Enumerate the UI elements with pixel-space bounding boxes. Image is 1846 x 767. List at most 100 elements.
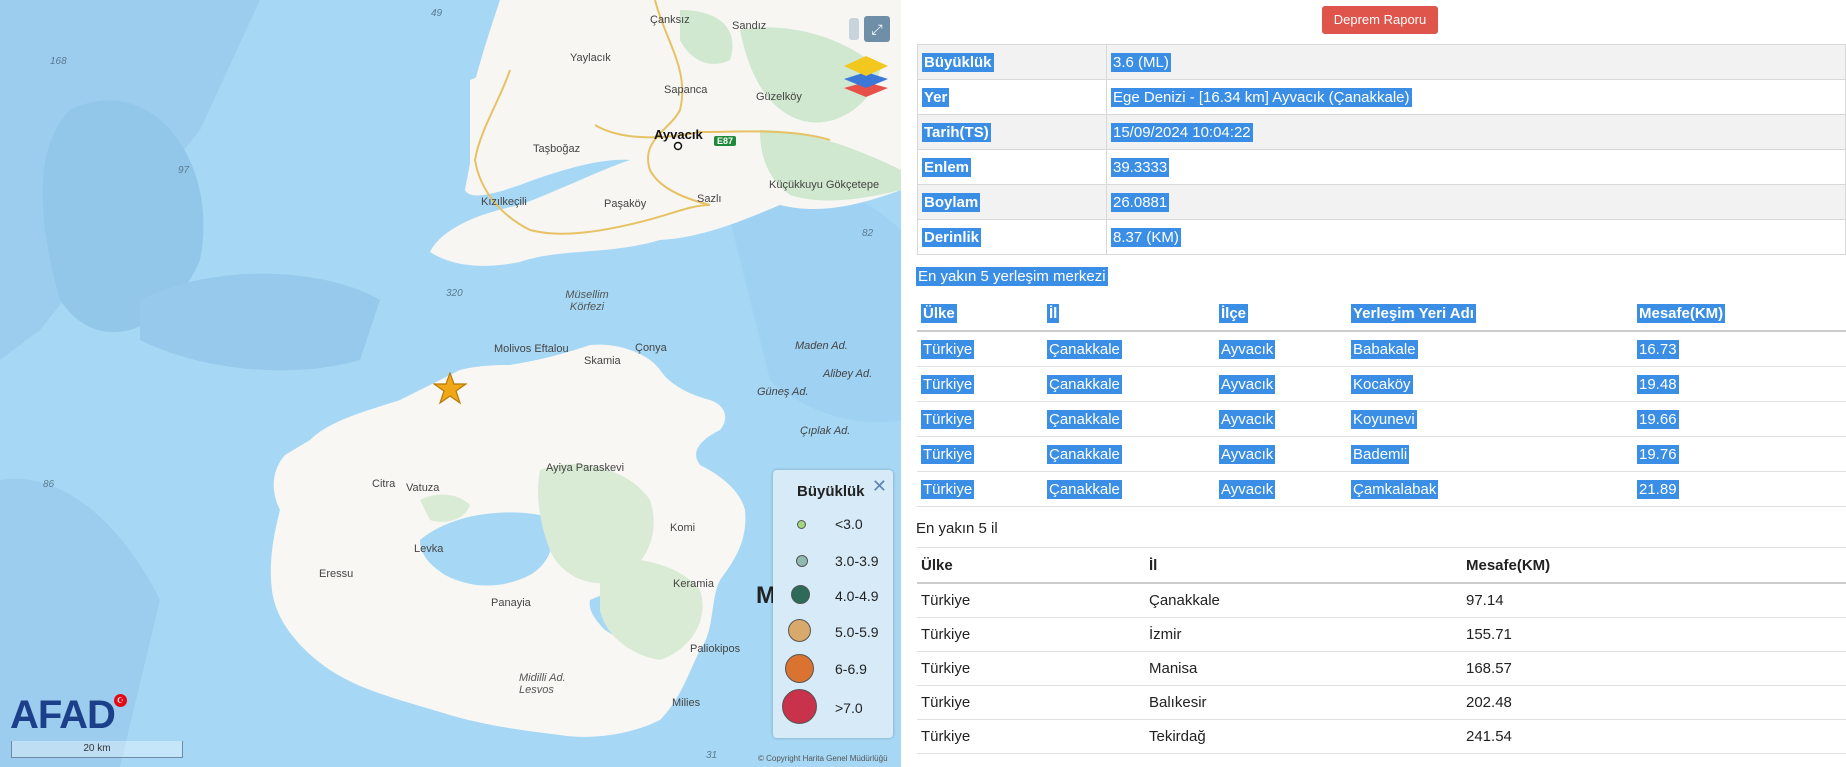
column-header: İlçe <box>1219 303 1249 323</box>
table-cell: Türkiye <box>921 339 975 359</box>
legend-dot <box>791 585 810 604</box>
table-cell: Türkiye <box>917 719 1145 754</box>
depth-label: 97 <box>178 165 190 176</box>
place-label: Küçükkuyu Gökçetepe <box>769 179 880 191</box>
place-label: Güneş Ad. <box>757 386 809 398</box>
table-row: Türkiye Çanakkale Ayvacık Kocaköy 19.48 <box>917 366 1846 402</box>
legend-item: >7.0 <box>773 689 893 727</box>
place-label: Paliokipos <box>690 643 741 655</box>
earthquake-info-table: Büyüklük 3.6 (ML) Yer Ege Denizi - [16.3… <box>917 44 1846 255</box>
deprem-raporu-button[interactable]: Deprem Raporu <box>1322 6 1438 34</box>
table-cell: 202.48 <box>1462 685 1846 720</box>
place-label: Sazlı <box>697 193 722 205</box>
table-cell: 21.89 <box>1637 479 1679 499</box>
place-label: Levka <box>414 543 444 555</box>
table-cell: Ayvacık <box>1219 479 1276 499</box>
column-header: Mesafe(KM) <box>1462 547 1846 584</box>
table-cell: Türkiye <box>921 374 975 394</box>
table-cell: Koyunevi <box>1351 409 1417 429</box>
legend-dot <box>788 619 811 642</box>
table-cell: 97.14 <box>1462 583 1846 618</box>
table-cell: Ayvacık <box>1219 374 1276 394</box>
legend-label: <3.0 <box>835 516 863 532</box>
table-cell: 241.54 <box>1462 719 1846 754</box>
info-value: 26.0881 <box>1111 192 1170 212</box>
table-row: Türkiye Çanakkale Ayvacık Çamkalabak 21.… <box>917 471 1846 507</box>
info-row: Büyüklük 3.6 (ML) <box>917 44 1846 80</box>
place-label: Ayvacık <box>654 127 703 142</box>
info-row: Derinlik 8.37 (KM) <box>917 219 1846 255</box>
legend-label: >7.0 <box>835 700 863 716</box>
place-label: Milies <box>672 697 701 709</box>
table-cell: 19.76 <box>1637 444 1679 464</box>
info-value: 3.6 (ML) <box>1111 52 1171 72</box>
table-row: Türkiye Çanakkale 97.14 <box>917 583 1846 618</box>
table-cell: Manisa <box>1145 651 1462 686</box>
legend-label: 6-6.9 <box>835 661 867 677</box>
legend-dot <box>796 555 808 567</box>
table-cell: Ayvacık <box>1219 444 1276 464</box>
legend-title: Büyüklük <box>797 483 865 500</box>
place-label: Skamia <box>584 355 621 367</box>
table-cell: Çanakkale <box>1047 339 1122 359</box>
place-label: Paşaköy <box>604 198 647 210</box>
table-cell: 155.71 <box>1462 617 1846 652</box>
place-label: Çıplak Ad. <box>800 425 851 437</box>
info-row: Enlem 39.3333 <box>917 149 1846 185</box>
place-label: Ayiya Paraskevi <box>546 462 625 474</box>
place-label: Alibey Ad. <box>823 368 873 380</box>
magnitude-legend: Büyüklük ✕ <3.0 3.0-3.9 4.0-4.9 5.0-5.9 … <box>773 470 893 738</box>
depth-label: 82 <box>862 228 874 239</box>
table-header-row: Ülke İl Mesafe(KM) <box>917 547 1846 584</box>
info-key: Tarih(TS) <box>922 122 991 142</box>
table-row: Türkiye Manisa 168.57 <box>917 651 1846 686</box>
place-label: Panayia <box>491 597 531 609</box>
place-label: Vatuza <box>406 482 440 494</box>
legend-item: 4.0-4.9 <box>773 585 893 615</box>
table-cell: Türkiye <box>917 583 1145 618</box>
legend-label: 5.0-5.9 <box>835 624 879 640</box>
table-row: Türkiye Balıkesir 202.48 <box>917 685 1846 720</box>
info-key: Boylam <box>922 192 981 212</box>
legend-item: 5.0-5.9 <box>773 619 893 651</box>
close-icon[interactable]: ✕ <box>872 476 887 497</box>
road-badge: E87 <box>714 136 737 146</box>
place-label: Maden Ad. <box>795 340 848 352</box>
place-label: Kızılkeçili <box>481 196 527 208</box>
legend-item: 3.0-3.9 <box>773 550 893 580</box>
info-value: Ege Denizi - [16.34 km] Ayvacık (Çanakka… <box>1111 87 1412 107</box>
legend-dot <box>782 689 817 724</box>
depth-label: 86 <box>43 479 55 490</box>
section-title: En yakın 5 il <box>916 520 998 537</box>
fullscreen-icon[interactable]: ⤢ <box>864 16 890 42</box>
table-row: Türkiye Çanakkale Ayvacık Koyunevi 19.66 <box>917 401 1846 437</box>
place-label: Güzelköy <box>756 91 802 103</box>
table-cell: Ayvacık <box>1219 409 1276 429</box>
table-cell: Çanakkale <box>1047 444 1122 464</box>
table-cell: Türkiye <box>917 685 1145 720</box>
epicenter-star-icon[interactable] <box>433 372 467 406</box>
place-label: Taşboğaz <box>533 143 581 155</box>
table-row: Türkiye Tekirdağ 241.54 <box>917 719 1846 754</box>
earthquake-details-panel: Deprem Raporu Büyüklük 3.6 (ML) Yer Ege … <box>915 0 1846 767</box>
table-cell: Tekirdağ <box>1145 719 1462 754</box>
place-label: Eressu <box>319 568 354 580</box>
table-cell: Bademli <box>1351 444 1410 464</box>
map-control[interactable] <box>849 18 859 40</box>
afad-logo: AFAD <box>10 693 116 737</box>
info-value: 39.3333 <box>1111 157 1170 177</box>
sea-label: Müsellim Körfezi <box>565 289 609 313</box>
column-header: Ülke <box>921 303 957 323</box>
place-label: Keramia <box>673 578 714 590</box>
table-cell: 16.73 <box>1637 339 1679 359</box>
nearest-provinces-table: Ülke İl Mesafe(KM) Türkiye Çanakkale 97.… <box>917 547 1846 754</box>
earthquake-map[interactable]: 49 168 97 82 320 86 31 Çanksız Sandız Ya… <box>0 0 901 767</box>
column-header: İl <box>1145 547 1462 584</box>
info-key: Enlem <box>922 157 972 177</box>
layers-icon[interactable] <box>842 54 890 98</box>
nearest-settlements-table: Ülke İl İlçe Yerleşim Yeri Adı Mesafe(KM… <box>917 296 1846 507</box>
table-cell: İzmir <box>1145 617 1462 652</box>
column-header: Mesafe(KM) <box>1637 303 1726 323</box>
place-label: Molivos Eftalou <box>494 343 569 355</box>
table-cell: Çamkalabak <box>1351 479 1439 499</box>
